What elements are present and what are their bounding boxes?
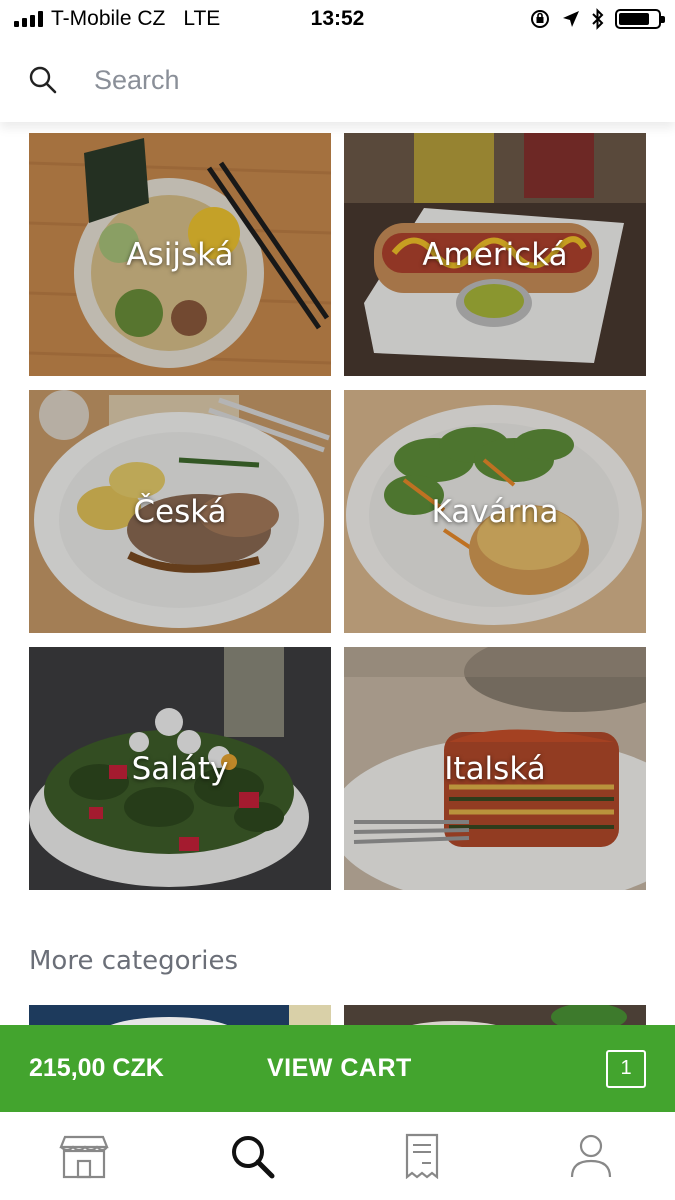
status-left: T-Mobile CZ LTE (14, 7, 220, 31)
category-grid: Asijská Americká Česká Kavárna Saláty It… (29, 133, 646, 890)
location-arrow-icon (563, 11, 579, 27)
battery-icon (615, 9, 665, 29)
search-icon (232, 1136, 275, 1179)
store-icon (59, 1135, 109, 1179)
view-cart-label: VIEW CART (267, 1054, 412, 1082)
category-label: Kavárna (431, 493, 559, 530)
tab-home[interactable] (24, 1112, 144, 1200)
more-categories-title: More categories (29, 946, 239, 976)
category-tile-italian[interactable]: Italská (344, 647, 646, 890)
category-label: Americká (422, 236, 568, 273)
tab-account[interactable] (531, 1112, 651, 1200)
bluetooth-icon (592, 8, 604, 30)
tab-search[interactable] (193, 1112, 313, 1200)
category-tile-czech[interactable]: Česká (29, 390, 331, 633)
category-label: Česká (133, 493, 227, 530)
status-right (529, 8, 665, 30)
category-label: Italská (444, 750, 546, 787)
account-icon (570, 1134, 611, 1178)
signal-icon (14, 11, 43, 27)
cart-total: 215,00 CZK (29, 1054, 164, 1082)
category-tile-salads[interactable]: Saláty (29, 647, 331, 890)
category-label: Asijská (126, 236, 234, 273)
category-label: Saláty (131, 750, 229, 787)
view-cart-bar[interactable]: 215,00 CZK VIEW CART 1 (0, 1025, 675, 1112)
carrier-name: T-Mobile CZ (51, 7, 166, 30)
screen: T-Mobile CZ LTE 13:52 Search Asijská Ame… (0, 0, 675, 1200)
receipt-icon (405, 1133, 438, 1179)
status-bar: T-Mobile CZ LTE 13:52 (0, 0, 675, 38)
search-input[interactable] (94, 64, 594, 96)
category-tile-american[interactable]: Americká (344, 133, 646, 376)
search-bar[interactable] (0, 38, 675, 122)
search-icon (29, 66, 57, 94)
rotation-lock-icon (531, 10, 549, 28)
tab-orders[interactable] (362, 1112, 482, 1200)
category-tile-asian[interactable]: Asijská (29, 133, 331, 376)
cart-item-count: 1 (606, 1049, 646, 1088)
category-tile-cafe[interactable]: Kavárna (344, 390, 646, 633)
network-type: LTE (183, 7, 221, 30)
tab-bar (0, 1112, 675, 1200)
